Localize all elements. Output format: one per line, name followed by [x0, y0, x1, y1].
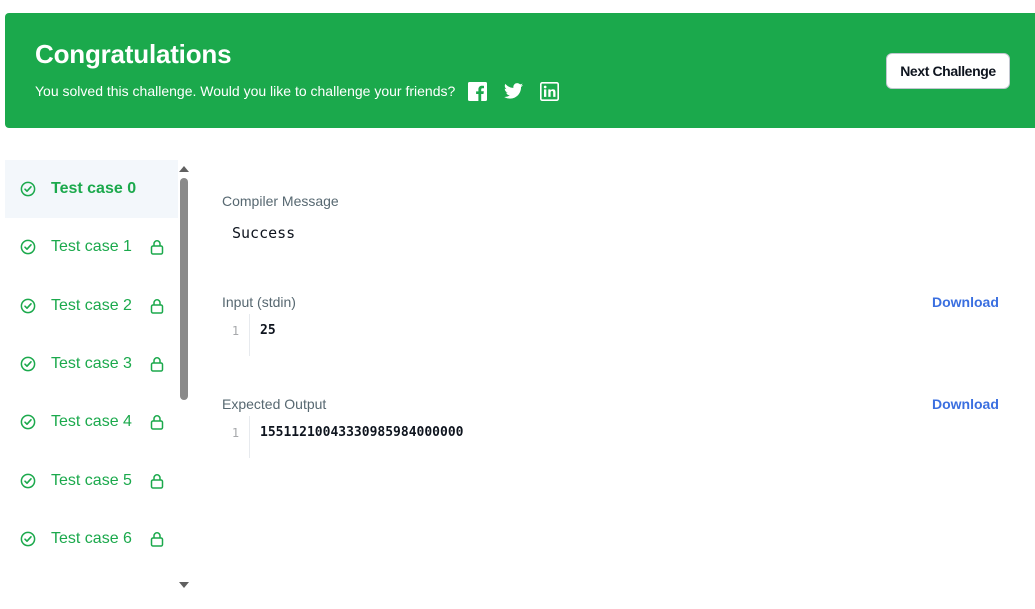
lock-icon: [150, 414, 164, 431]
lock-icon: [150, 356, 164, 372]
social-share-group: [468, 81, 576, 101]
twitter-icon[interactable]: [504, 83, 524, 99]
compiler-message-text: Success: [232, 224, 296, 242]
test-case-item-0[interactable]: Test case 0: [5, 160, 178, 219]
linkedin-icon[interactable]: [540, 81, 560, 101]
line-number: 1: [222, 416, 250, 458]
test-case-label: Test case 2: [51, 296, 132, 314]
expected-output-label: Expected Output: [222, 396, 327, 412]
input-value: 25: [260, 323, 276, 338]
input-label: Input (stdin): [222, 294, 296, 310]
test-case-label: Test case 5: [51, 471, 132, 489]
expected-output-code-block: 1 15511210043330985984000000: [222, 416, 464, 458]
test-case-item-4[interactable]: Test case 4: [5, 393, 178, 451]
check-circle-icon: [20, 356, 36, 372]
facebook-icon[interactable]: [468, 81, 488, 101]
check-circle-icon: [20, 181, 36, 197]
banner-subtitle-row: You solved this challenge. Would you lik…: [35, 80, 576, 102]
test-case-item-3[interactable]: Test case 3: [5, 335, 178, 393]
test-case-list: Test case 0 Test case 1 Test case 2 Test…: [5, 160, 178, 585]
next-challenge-button[interactable]: Next Challenge: [886, 53, 1010, 89]
check-circle-icon: [20, 298, 36, 314]
scroll-down-arrow-icon[interactable]: [179, 582, 189, 588]
test-case-label: Test case 3: [51, 355, 132, 373]
banner-subtitle: You solved this challenge. Would you lik…: [35, 83, 456, 99]
test-case-label: Test case 0: [51, 180, 137, 198]
input-download-link[interactable]: Download: [932, 294, 999, 310]
test-case-scrollbar[interactable]: [178, 162, 191, 590]
compiler-message-label: Compiler Message: [222, 193, 339, 209]
test-case-label: Test case 4: [51, 413, 132, 431]
scroll-up-arrow-icon[interactable]: [179, 166, 189, 172]
test-case-label: Test case 1: [51, 238, 132, 256]
success-banner: Congratulations You solved this challeng…: [5, 13, 1035, 128]
test-case-item-5[interactable]: Test case 5: [5, 451, 178, 509]
test-case-item-1[interactable]: Test case 1: [5, 218, 178, 276]
lock-icon: [150, 473, 164, 489]
banner-title: Congratulations: [35, 39, 232, 69]
check-circle-icon: [20, 531, 36, 547]
test-case-label: Test case 6: [51, 529, 132, 547]
check-circle-icon: [20, 239, 36, 255]
expected-output-value: 15511210043330985984000000: [260, 425, 464, 440]
check-circle-icon: [20, 473, 36, 489]
line-number: 1: [222, 314, 250, 356]
test-case-item-2[interactable]: Test case 2: [5, 277, 178, 335]
scrollbar-thumb[interactable]: [180, 178, 188, 400]
expected-output-download-link[interactable]: Download: [932, 396, 999, 412]
check-circle-icon: [20, 414, 36, 430]
test-case-item-6[interactable]: Test case 6: [5, 510, 178, 568]
lock-icon: [150, 239, 164, 256]
lock-icon: [150, 531, 164, 547]
input-code-block: 1 25: [222, 314, 276, 356]
lock-icon: [150, 298, 164, 314]
